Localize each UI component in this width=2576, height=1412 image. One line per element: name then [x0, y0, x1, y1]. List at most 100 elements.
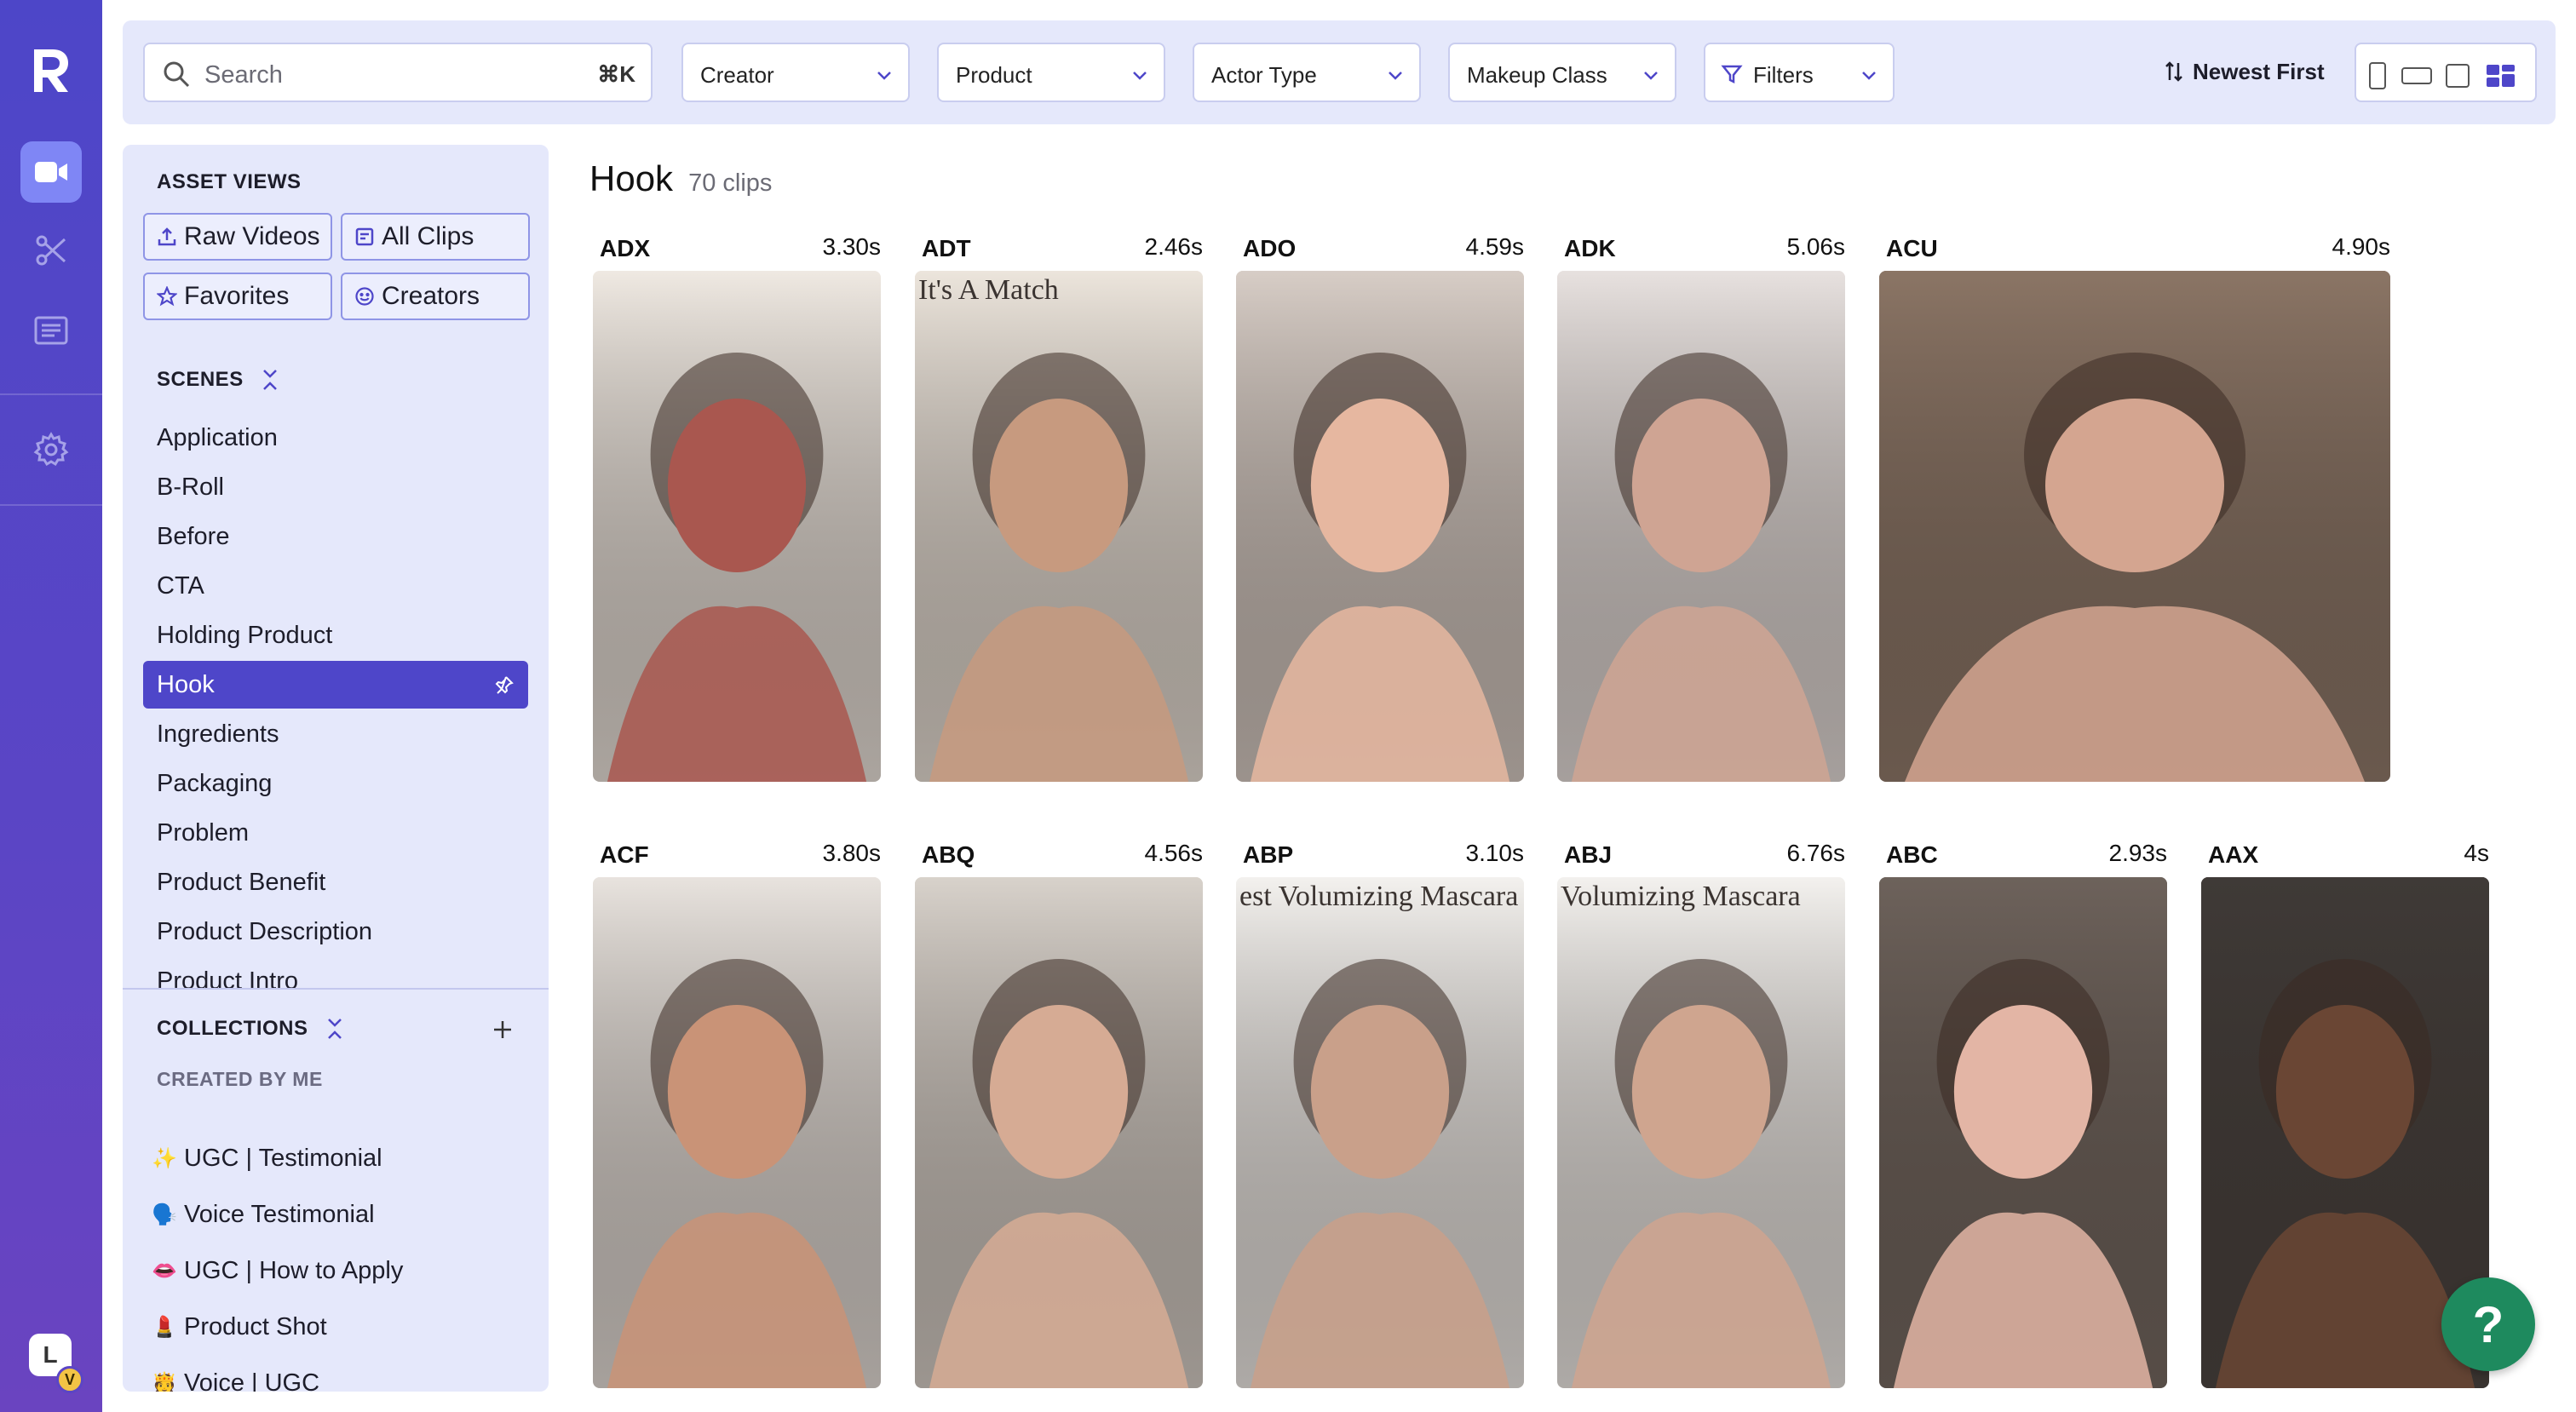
scene-label: Ingredients [157, 720, 279, 748]
clip-code: ABJ [1564, 841, 1613, 868]
favorites-button[interactable]: Favorites [143, 273, 332, 320]
clip-thumbnail[interactable]: It's A Match [915, 271, 1203, 782]
chip-label: Creators [382, 282, 480, 310]
workspace-badge: V [56, 1366, 83, 1393]
view-toggle [2355, 43, 2537, 102]
rail-divider [0, 504, 102, 506]
clip-duration: 2.93s [2108, 840, 2168, 866]
clip-thumbnail[interactable] [915, 877, 1203, 1388]
scene-item-holding-product[interactable]: Holding Product [143, 611, 528, 659]
created-by-me-label: CREATED BY ME [157, 1068, 323, 1090]
list-icon [34, 316, 68, 345]
clip-code: ADO [1243, 235, 1297, 261]
collapse-icon[interactable] [261, 368, 279, 392]
square-view-icon[interactable] [2445, 63, 2470, 89]
dropdown-label: Actor Type [1211, 62, 1317, 88]
collection-item[interactable]: ✨ UGC | Testimonial [152, 1134, 382, 1182]
rail-divider [0, 393, 102, 395]
actor-type-dropdown[interactable]: Actor Type [1193, 43, 1421, 102]
chevron-down-icon [1389, 72, 1402, 80]
scene-item-product-benefit[interactable]: Product Benefit [143, 858, 528, 906]
filters-label: Filters [1753, 62, 1814, 88]
thumbnail-image [915, 271, 1203, 782]
rail-item-settings[interactable] [20, 419, 82, 480]
rail-item-videos[interactable] [20, 141, 82, 203]
collection-emoji-icon: 🗣️ [152, 1202, 177, 1226]
scene-item-problem[interactable]: Problem [143, 809, 528, 857]
asset-views-heading: ASSET VIEWS [157, 170, 302, 193]
all-clips-button[interactable]: All Clips [341, 213, 530, 261]
scene-item-product-description[interactable]: Product Description [143, 908, 528, 956]
clip-thumbnail[interactable]: Volumizing Mascara [1557, 877, 1845, 1388]
creator-dropdown[interactable]: Creator [681, 43, 910, 102]
scene-item-b-roll[interactable]: B-Roll [143, 463, 528, 511]
page-heading: Hook 70 clips [589, 158, 772, 199]
rail-item-clips[interactable] [20, 220, 82, 281]
sort-icon [2165, 61, 2182, 82]
collection-item[interactable]: 👄 UGC | How to Apply [152, 1247, 403, 1294]
product-dropdown[interactable]: Product [937, 43, 1165, 102]
filters-dropdown[interactable]: Filters [1704, 43, 1895, 102]
pin-icon[interactable] [494, 674, 515, 695]
sort-button[interactable]: Newest First [2164, 55, 2325, 89]
masonry-view-icon[interactable] [2486, 63, 2516, 89]
scene-item-cta[interactable]: CTA [143, 562, 528, 610]
clip-thumbnail[interactable] [593, 877, 881, 1388]
collection-item[interactable]: 🫅 Voice | UGC [152, 1359, 319, 1392]
thumbnail-image [593, 877, 881, 1388]
collection-item[interactable]: 🗣️ Voice Testimonial [152, 1191, 375, 1238]
clip-duration: 3.10s [1465, 840, 1525, 866]
clip-code: ABP [1243, 841, 1294, 868]
filter-icon [1721, 65, 1743, 84]
clip-duration: 3.80s [822, 840, 882, 866]
thumbnail-image [1236, 877, 1524, 1388]
clip-thumbnail[interactable] [1236, 271, 1524, 782]
clip-duration: 4s [2464, 840, 2489, 866]
sidebar-divider [123, 988, 549, 990]
scene-label: Product Benefit [157, 868, 326, 896]
add-collection-button[interactable] [491, 1013, 515, 1049]
scene-item-ingredients[interactable]: Ingredients [143, 710, 528, 758]
scene-item-packaging[interactable]: Packaging [143, 760, 528, 807]
clip-thumbnail[interactable] [1879, 271, 2390, 782]
scene-item-hook[interactable]: Hook [143, 661, 528, 709]
search-input[interactable]: Search ⌘K [143, 43, 653, 102]
portrait-view-icon[interactable] [2368, 61, 2387, 90]
scene-label: B-Roll [157, 473, 224, 501]
collapse-icon[interactable] [325, 1017, 344, 1041]
landscape-view-icon[interactable] [2401, 66, 2433, 85]
scenes-heading-label: SCENES [157, 368, 244, 391]
scene-item-application[interactable]: Application [143, 414, 528, 462]
clip-code: ADK [1564, 235, 1616, 261]
dropdown-label: Creator [700, 62, 774, 88]
clip-code: AAX [2208, 841, 2259, 868]
creators-button[interactable]: Creators [341, 273, 530, 320]
collection-item[interactable]: 💄 Product Shot [152, 1303, 327, 1351]
rail-item-list[interactable] [20, 300, 82, 361]
plus-icon [494, 1021, 511, 1038]
clip-thumbnail[interactable] [593, 271, 881, 782]
scene-label: Packaging [157, 769, 273, 797]
chevron-down-icon [877, 72, 891, 80]
thumbnail-image [1879, 877, 2167, 1388]
collection-label: Voice Testimonial [184, 1200, 375, 1228]
scene-label: Product Intro [157, 967, 299, 995]
clip-code: ACF [600, 841, 649, 868]
makeup-class-dropdown[interactable]: Makeup Class [1448, 43, 1676, 102]
clip-thumbnail[interactable] [1879, 877, 2167, 1388]
clip-duration: 5.06s [1786, 233, 1846, 260]
clip-thumbnail[interactable]: est Volumizing Mascara [1236, 877, 1524, 1388]
dropdown-label: Product [956, 62, 1032, 88]
brand-logo[interactable] [29, 44, 73, 95]
raw-videos-button[interactable]: Raw Videos [143, 213, 332, 261]
chip-label: Favorites [184, 282, 290, 310]
collection-label: Voice | UGC [184, 1369, 320, 1392]
clip-thumbnail[interactable] [1557, 271, 1845, 782]
scissors-icon [36, 235, 66, 266]
collections-heading: COLLECTIONS [157, 1017, 344, 1041]
scene-label: Application [157, 423, 278, 451]
clip-code: ACU [1886, 235, 1938, 261]
help-button[interactable]: ? [2441, 1277, 2535, 1371]
scene-item-product-intro[interactable]: Product Intro [143, 957, 528, 1005]
scene-item-before[interactable]: Before [143, 513, 528, 560]
